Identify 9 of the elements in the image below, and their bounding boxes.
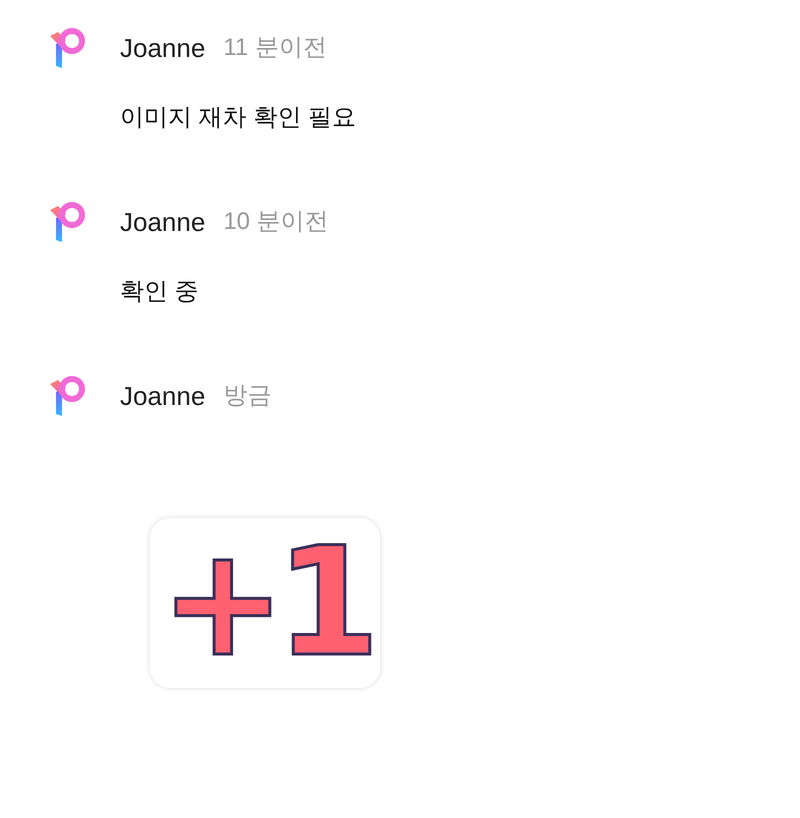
message-text: 이미지 재차 확인 필요	[120, 103, 358, 133]
timestamp: 11 분이전	[223, 33, 327, 63]
sticker: +1	[150, 518, 380, 688]
author-name: Joanne	[120, 206, 206, 238]
timestamp: 10 분이전	[223, 207, 329, 237]
author-name: Joanne	[120, 380, 206, 412]
timestamp: 방금	[223, 381, 272, 411]
message-text: 확인 중	[120, 277, 200, 307]
author-name: Joanne	[120, 32, 206, 64]
